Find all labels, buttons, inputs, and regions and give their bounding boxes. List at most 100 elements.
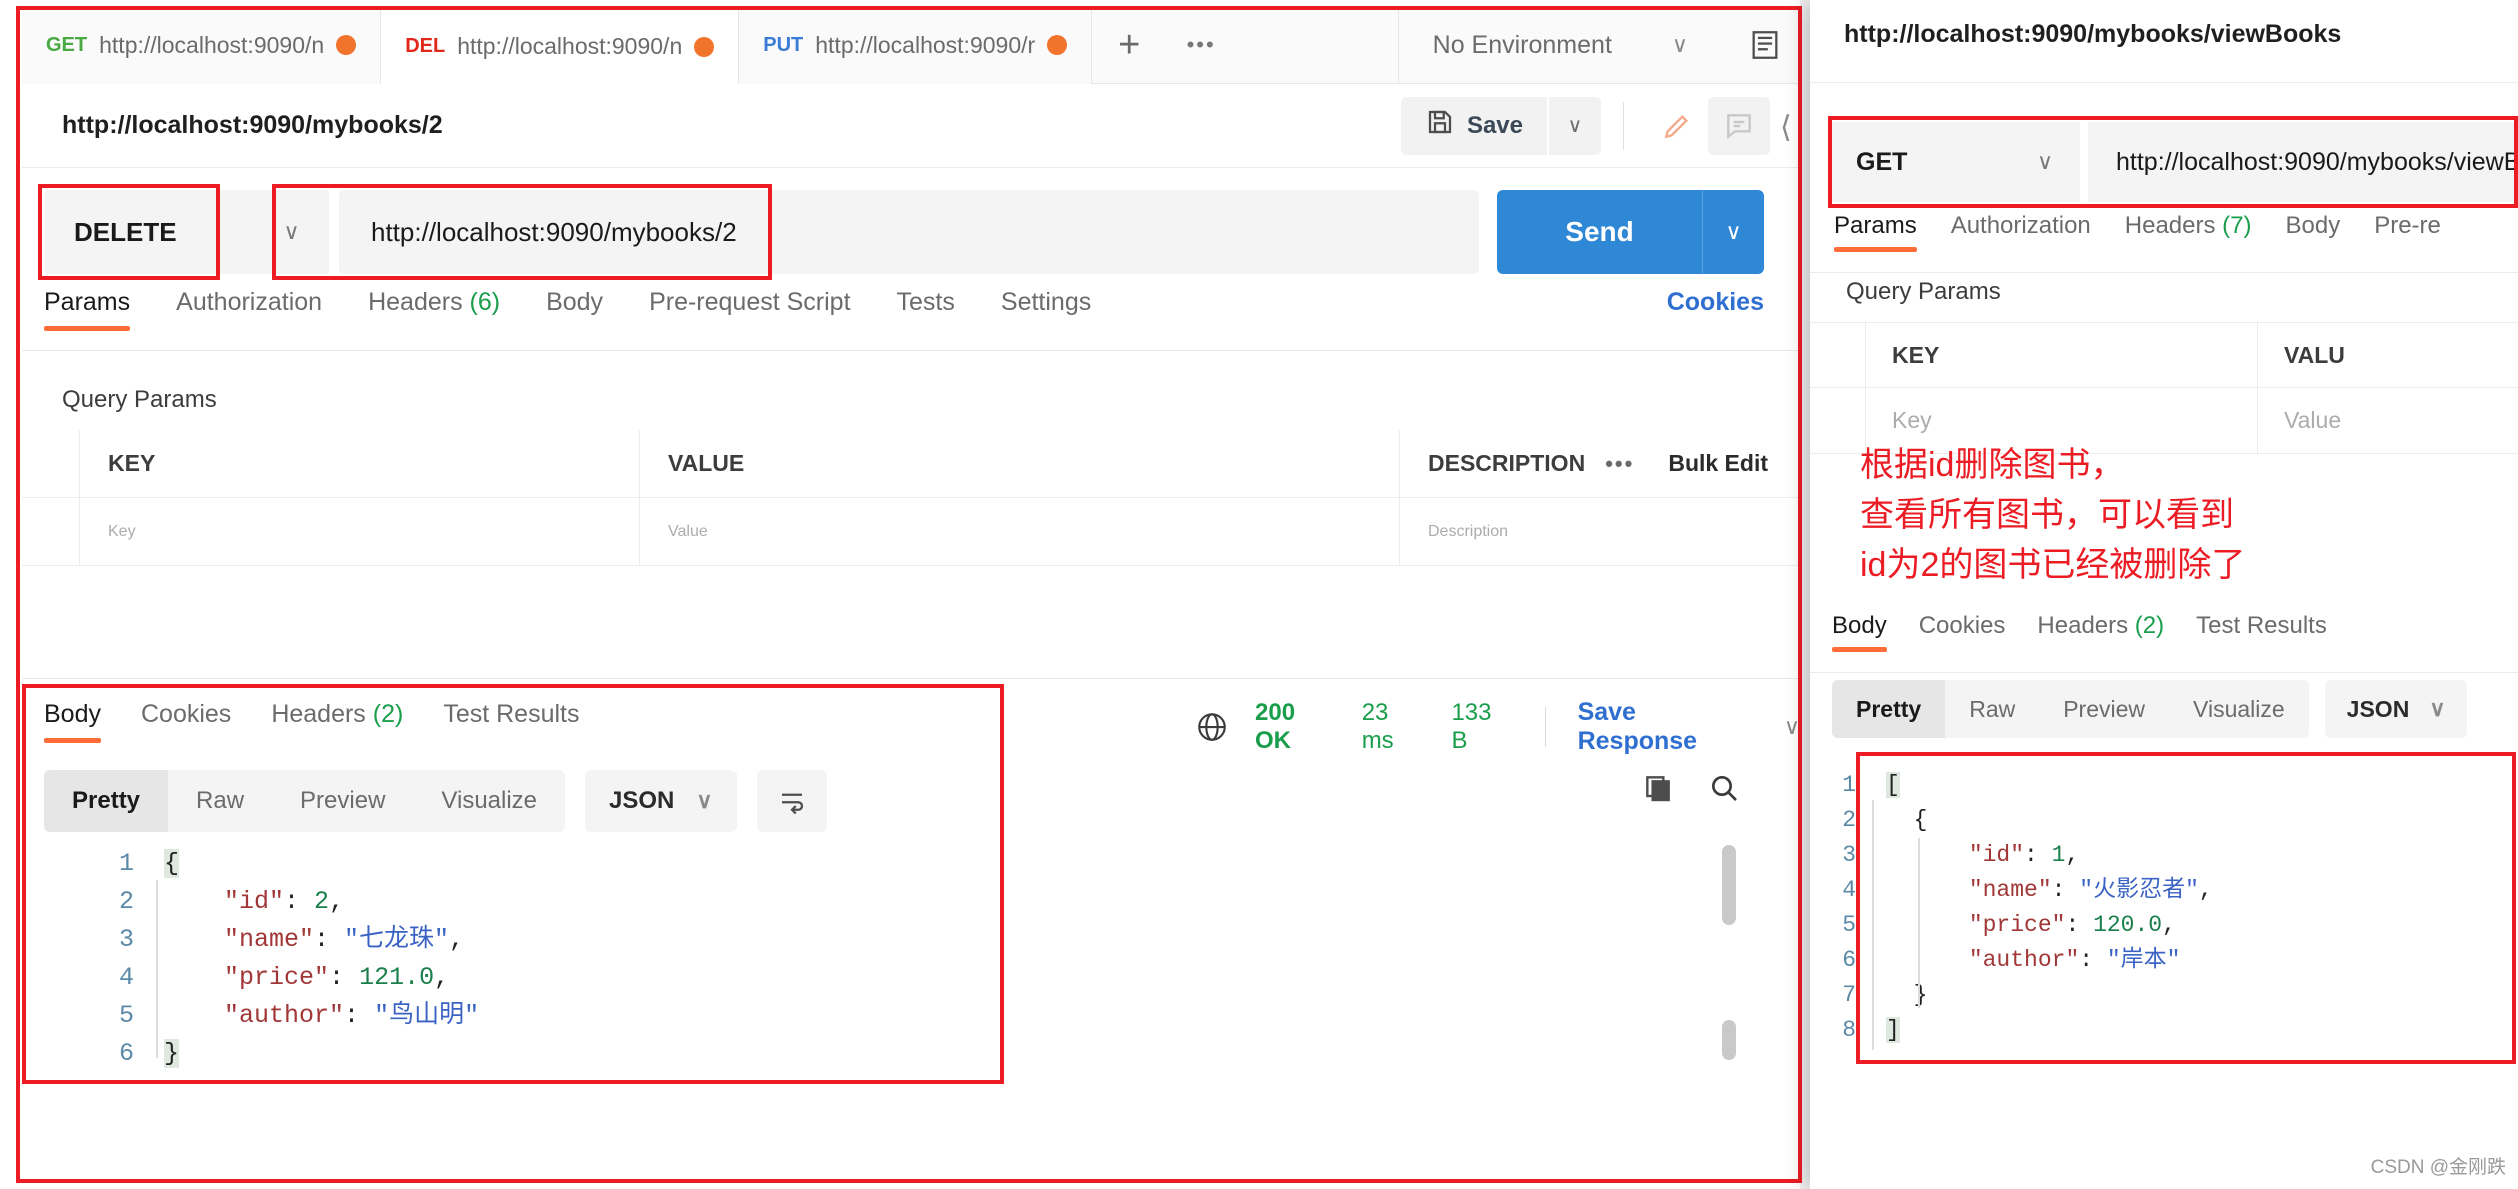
cookies-link[interactable]: Cookies [1667,288,1764,317]
code-token: : [2079,947,2107,973]
tab-headers[interactable]: Headers (2) [271,700,403,743]
code-fold-guide-inner [1918,838,1920,1008]
view-mode-visualize[interactable]: Visualize [2169,680,2309,738]
save-icon [1425,107,1455,144]
request-tab[interactable]: GET http://localhost:9090/n [22,6,382,84]
code-token: ] [1886,1017,1900,1043]
view-mode-preview[interactable]: Preview [2039,680,2169,738]
row-checkbox-cell[interactable] [22,497,80,566]
tab-headers[interactable]: Headers (2) [2037,612,2164,652]
param-value-input[interactable]: Value [640,497,1400,566]
page-title: http://localhost:9090/mybooks/2 [62,111,443,139]
tab-settings[interactable]: Settings [1001,288,1091,331]
unsaved-dot-icon[interactable] [694,36,715,57]
method-chevron-down-icon[interactable]: ∨ [2010,122,2080,202]
view-mode-visualize[interactable]: Visualize [413,770,565,832]
unsaved-dot-icon[interactable] [1047,35,1068,55]
response-format-bar: Pretty Raw Preview Visualize JSON ∨ [44,770,827,832]
column-header-description: DESCRIPTION [1428,450,1586,476]
method-chevron-down-icon[interactable]: ∨ [254,190,329,274]
response-section-tabs: Body Cookies Headers (2) Test Results [1832,612,2327,652]
send-button[interactable]: Send [1497,190,1702,274]
tab-label: Body [44,700,101,728]
tab-body[interactable]: Body [44,700,101,743]
code-fold-guide [156,880,158,1058]
tab-authorization[interactable]: Authorization [176,288,322,331]
tab-count-badge: (2) [365,700,404,728]
request-tab[interactable]: PUT http://localhost:9090/r [739,6,1093,84]
code-line-number: 4 [1842,877,1856,903]
send-options-chevron-icon[interactable]: ∨ [1702,190,1764,274]
code-token: 121.0 [359,963,435,992]
tab-body[interactable]: Body [546,288,603,331]
code-token: 1 [2051,842,2066,868]
tab-headers[interactable]: Headers (6) [368,288,500,331]
code-line-number: 3 [118,925,134,954]
select-all-checkbox-cell[interactable] [22,429,80,498]
view-mode-raw[interactable]: Raw [168,770,272,832]
environment-quicklook-icon[interactable] [1748,28,1782,62]
tab-tests[interactable]: Tests [897,288,955,331]
param-key-input[interactable]: Key [80,497,640,566]
comment-icon[interactable] [1708,96,1770,155]
view-mode-pretty[interactable]: Pretty [44,770,169,832]
code-token: , [449,925,465,954]
tab-overflow-icon[interactable]: ••• [1166,6,1236,84]
tab-test-results[interactable]: Test Results [443,700,579,743]
tab-params[interactable]: Params [1834,212,1917,252]
response-time: 23 ms [1361,699,1394,754]
view-mode-preview[interactable]: Preview [272,770,413,832]
tab-authorization[interactable]: Authorization [1951,212,2091,252]
save-response-chevron-down-icon[interactable]: ∨ [1784,714,1800,740]
column-header-value: VALUE [640,429,1400,498]
table-header-row: KEY VALU [1810,322,2518,388]
tab-label: Headers [271,700,366,728]
tab-headers[interactable]: Headers (7) [2125,212,2252,252]
tab-cookies[interactable]: Cookies [1919,612,2006,652]
bulk-edit-button[interactable]: Bulk Edit [1668,450,1768,477]
code-token: : [2024,842,2052,868]
save-dropdown-button[interactable]: ∨ [1549,96,1601,155]
http-method-select[interactable]: DELETE [44,190,254,274]
request-tab-method: DEL [405,35,446,57]
response-language-select[interactable]: JSON ∨ [585,770,737,832]
tab-cookies[interactable]: Cookies [141,700,231,743]
param-description-input[interactable]: Description [1400,498,1800,566]
environment-selector[interactable]: No Environment ∨ [1397,6,1800,84]
code-line: "author": "鸟山明" [164,997,479,1035]
http-method-select[interactable]: GET [1830,122,2010,202]
postman-window-front: http://localhost:9090/mybooks/viewBooks … [1810,0,2518,1189]
tab-body[interactable]: Body [1832,612,1887,652]
search-icon[interactable] [1708,772,1740,809]
code-line-number: 7 [1842,982,1856,1008]
view-mode-raw[interactable]: Raw [1945,680,2039,738]
copy-icon[interactable] [1642,772,1674,809]
select-all-checkbox-cell[interactable] [1810,322,1866,388]
response-scrollbar-thumb-top[interactable] [1722,845,1736,925]
save-response-button[interactable]: Save Response [1578,698,1758,756]
edit-pencil-icon[interactable] [1646,96,1708,155]
request-tab[interactable]: DEL http://localhost:9090/n [381,6,740,84]
response-scrollbar-thumb-bottom[interactable] [1722,1020,1736,1060]
tab-body[interactable]: Body [2286,212,2341,252]
new-tab-button[interactable]: + [1092,6,1166,84]
tab-pre-request-script[interactable]: Pre-request Script [649,288,850,331]
tab-pre-re[interactable]: Pre-re [2374,212,2441,252]
tab-params[interactable]: Params [44,288,131,331]
save-button[interactable]: Save [1400,96,1547,155]
wrap-lines-icon[interactable] [756,770,827,832]
unsaved-dot-icon[interactable] [336,35,357,55]
url-input[interactable]: http://localhost:9090/mybooks/2 [339,190,1479,274]
tab-test-results[interactable]: Test Results [2196,612,2327,652]
view-mode-pretty[interactable]: Pretty [1832,680,1946,738]
table-row[interactable]: Key Value Description [22,497,1800,566]
url-input[interactable]: http://localhost:9090/mybooks/viewBooks [2088,122,2518,202]
panel-collapse-icon[interactable]: ⟨ [1780,110,1792,145]
response-language-select[interactable]: JSON ∨ [2324,680,2468,738]
table-options-icon[interactable]: ••• [1605,451,1634,477]
row-checkbox-cell[interactable] [1810,387,1866,454]
